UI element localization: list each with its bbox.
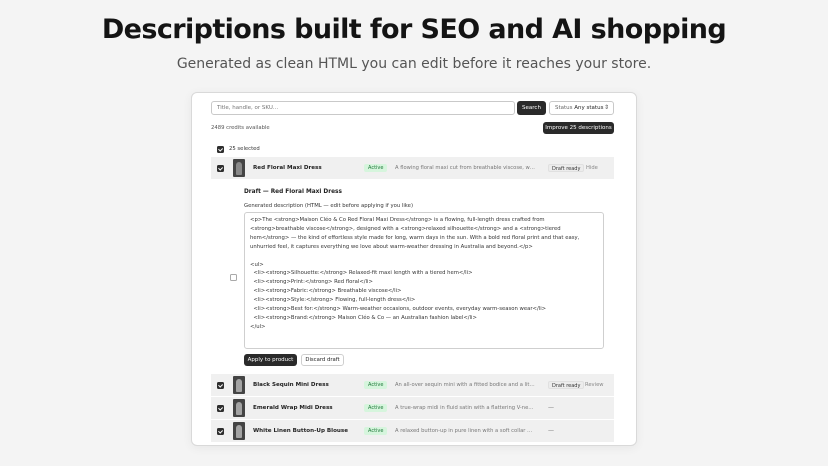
product-thumbnail <box>233 159 245 177</box>
row-checkbox[interactable] <box>217 405 224 412</box>
product-row[interactable]: White Linen Button-Up Blouse Active A re… <box>211 420 614 442</box>
chevron-updown-icon: ⇕ <box>603 104 609 111</box>
credits-count: 2489 credits available <box>211 125 270 131</box>
product-description-preview: An all-over sequin mini with a fitted bo… <box>395 382 535 388</box>
status-badge: Active <box>364 381 388 389</box>
product-description-preview: A true-wrap midi in fluid satin with a f… <box>395 405 535 411</box>
product-row[interactable]: Black Sequin Mini Dress Active An all-ov… <box>211 374 614 396</box>
draft-status-empty: — <box>548 427 554 434</box>
status-badge: Active <box>364 164 388 172</box>
hide-draft-link[interactable]: Hide <box>586 165 598 171</box>
product-thumbnail <box>233 376 245 394</box>
product-description-preview: A flowing floral maxi cut from breathabl… <box>395 165 535 171</box>
product-row[interactable]: Red Floral Maxi Dress Active A flowing f… <box>211 157 614 179</box>
row-checkbox[interactable] <box>217 382 224 389</box>
status-filter-label: Status <box>555 105 573 111</box>
discard-draft-button[interactable]: Discard draft <box>301 354 344 366</box>
product-description-preview: A relaxed button-up in pure linen with a… <box>395 428 535 434</box>
search-button[interactable]: Search <box>517 101 546 115</box>
description-html-text[interactable]: <p>The <strong>Maison Cléo & Co Red Flor… <box>250 216 598 332</box>
status-filter-select[interactable]: Status Any status ⇕ <box>549 101 614 115</box>
row-checkbox[interactable] <box>217 165 224 172</box>
hero-title: Descriptions built for SEO and AI shoppi… <box>101 14 727 45</box>
description-editor[interactable]: <p>The <strong>Maison Cléo & Co Red Flor… <box>244 212 604 349</box>
search-input[interactable] <box>211 101 515 115</box>
product-name[interactable]: Red Floral Maxi Dress <box>253 165 322 171</box>
status-badge: Active <box>364 404 388 412</box>
apply-to-product-button[interactable]: Apply to product <box>244 354 297 366</box>
review-draft-link[interactable]: Review <box>585 382 604 388</box>
improve-descriptions-button[interactable]: Improve 25 descriptions <box>543 122 614 134</box>
select-all-checkbox[interactable] <box>217 146 224 153</box>
status-badge: Active <box>364 427 388 435</box>
draft-status-empty: — <box>548 404 554 411</box>
draft-checkbox[interactable] <box>230 274 237 281</box>
status-filter-value: Any status <box>574 105 604 111</box>
product-thumbnail <box>233 399 245 417</box>
app-window: Search Status Any status ⇕ 2489 credits … <box>191 92 637 446</box>
product-name[interactable]: Black Sequin Mini Dress <box>253 382 329 388</box>
product-name[interactable]: Emerald Wrap Midi Dress <box>253 405 333 411</box>
draft-status-badge: Draft ready <box>548 164 585 172</box>
product-thumbnail <box>233 422 245 440</box>
generated-description-label: Generated description (HTML — edit befor… <box>244 203 414 209</box>
product-row[interactable]: Emerald Wrap Midi Dress Active A true-wr… <box>211 397 614 419</box>
selected-count: 25 selected <box>229 146 260 152</box>
row-checkbox[interactable] <box>217 428 224 435</box>
draft-status-badge: Draft ready <box>548 381 585 389</box>
product-name[interactable]: White Linen Button-Up Blouse <box>253 428 348 434</box>
draft-title: Draft — Red Floral Maxi Dress <box>244 189 342 195</box>
hero-subtitle: Generated as clean HTML you can edit bef… <box>176 56 652 72</box>
